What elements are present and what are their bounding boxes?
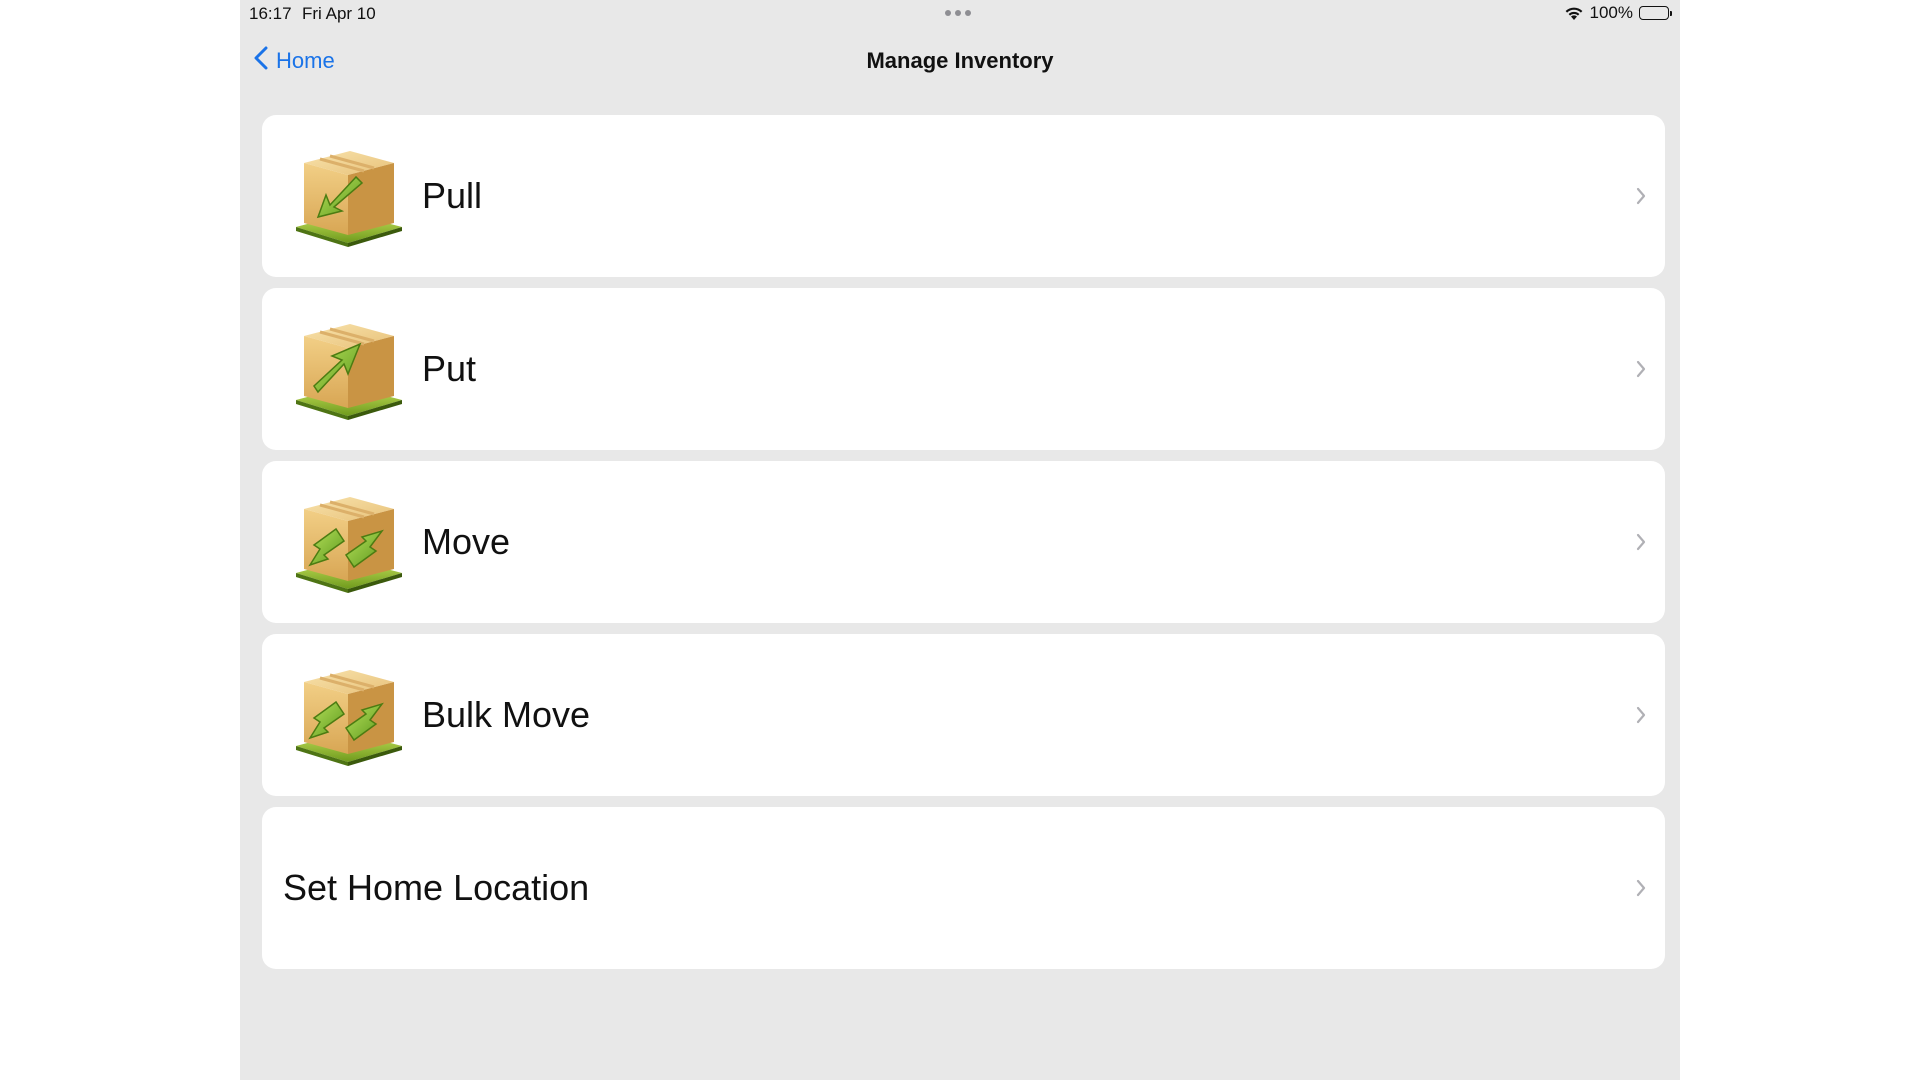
chevron-right-icon (1635, 878, 1647, 903)
wifi-icon (1564, 6, 1584, 21)
menu-list: Pull Put Move Bulk Move Set Home Locatio… (262, 115, 1665, 980)
battery-percentage: 100% (1589, 3, 1633, 22)
menu-item-set-home-location[interactable]: Set Home Location (262, 807, 1665, 969)
menu-item-label: Move (422, 521, 511, 562)
menu-item-label: Pull (422, 175, 483, 216)
menu-item-put[interactable]: Put (262, 288, 1665, 450)
menu-item-pull[interactable]: Pull (262, 115, 1665, 277)
menu-item-label: Put (422, 348, 477, 389)
menu-item-label: Set Home Location (283, 867, 590, 908)
chevron-right-icon (1635, 359, 1647, 384)
box-bulk-move-icon (290, 662, 406, 768)
menu-item-bulk-move[interactable]: Bulk Move (262, 634, 1665, 796)
chevron-right-icon (1635, 705, 1647, 730)
status-bar: 16:17 Fri Apr 10 100% (240, 0, 1680, 28)
chevron-right-icon (1635, 186, 1647, 211)
status-time: 16:17 (249, 4, 292, 23)
navigation-bar: Home Manage Inventory (240, 38, 1680, 82)
status-date: Fri Apr 10 (302, 4, 376, 23)
ipad-screen: 16:17 Fri Apr 10 100% Home Manage Invent… (240, 0, 1680, 1080)
status-indicators: 100% (1564, 3, 1672, 23)
box-put-icon (290, 316, 406, 422)
box-move-icon (290, 489, 406, 595)
battery-icon (1639, 6, 1672, 20)
page-title: Manage Inventory (866, 48, 1054, 73)
menu-item-label: Bulk Move (422, 694, 591, 735)
multitasking-dots-icon[interactable] (945, 10, 971, 16)
box-pull-icon (290, 143, 406, 249)
menu-item-move[interactable]: Move (262, 461, 1665, 623)
chevron-right-icon (1635, 532, 1647, 557)
